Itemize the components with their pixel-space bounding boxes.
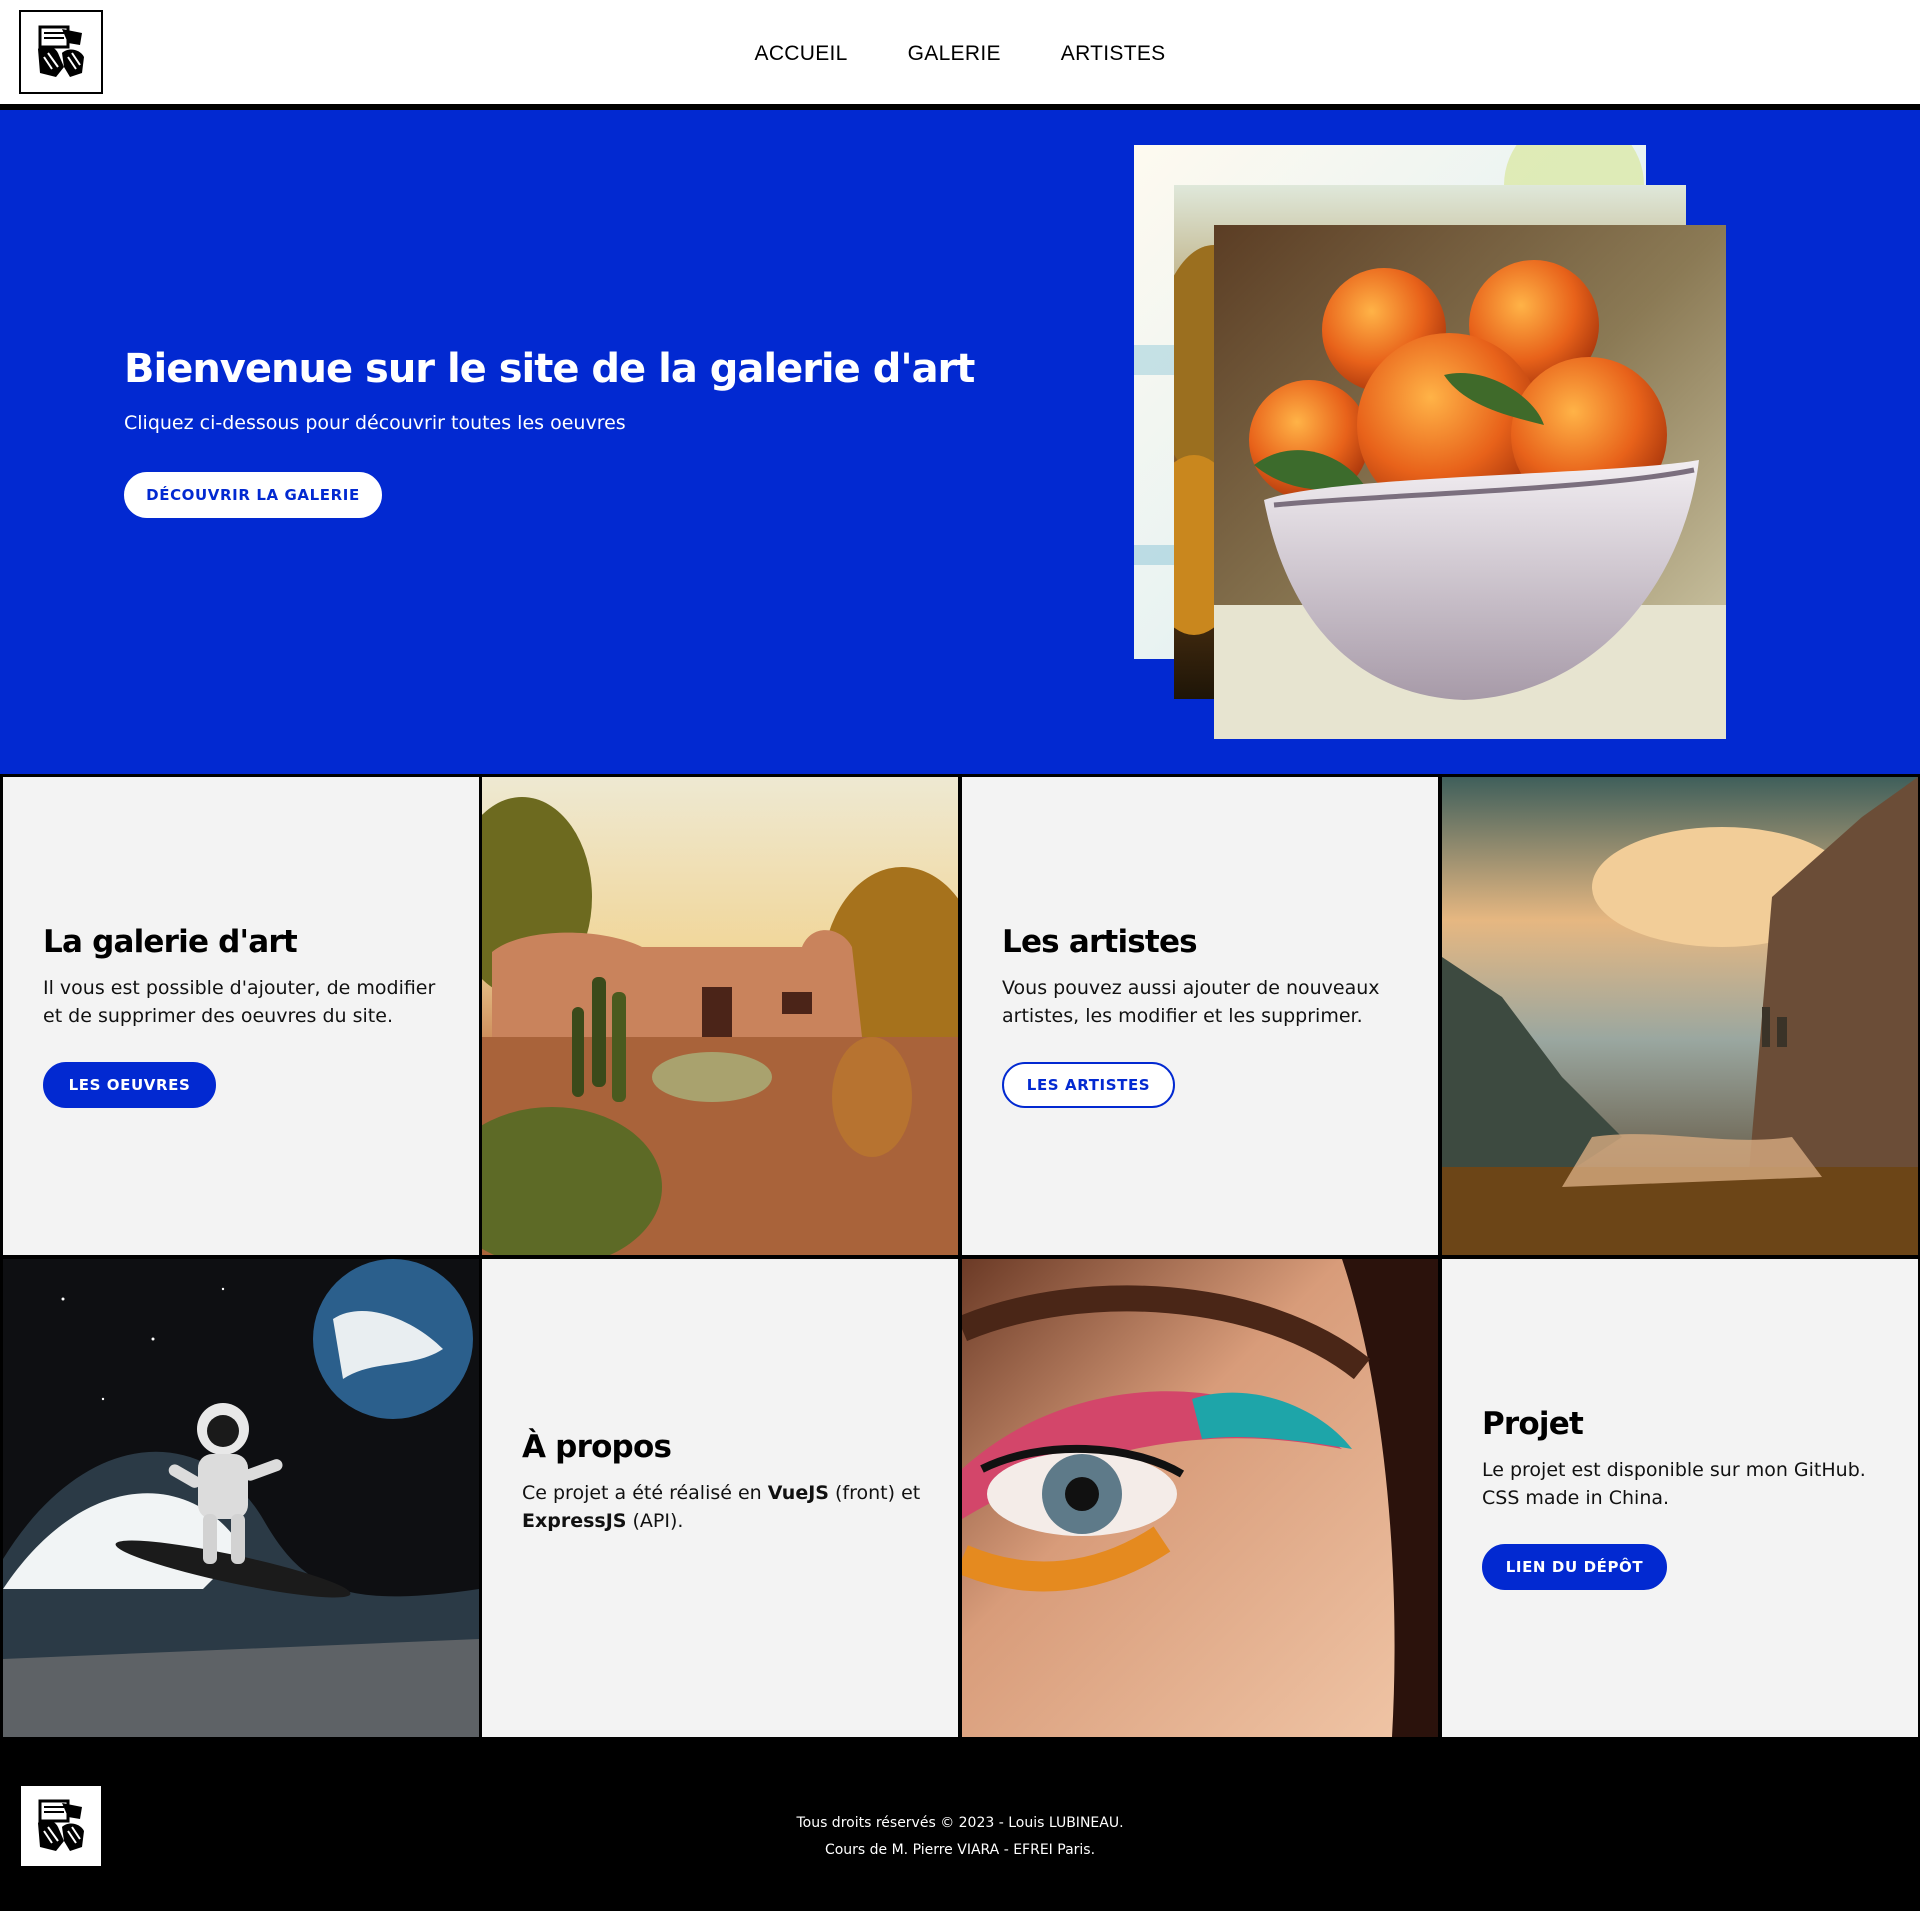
project-card: Projet Le projet est disponible sur mon … [1442, 1259, 1918, 1737]
artwork-oranges-bowl [1214, 225, 1726, 739]
artwork-astronaut-surfer [3, 1259, 479, 1737]
gallery-card-title: La galerie d'art [43, 924, 298, 960]
about-card-text: Ce projet a été réalisé en VueJS (front)… [522, 1482, 921, 1532]
copyright-text: Tous droits réservés © 2023 - Louis LUBI… [796, 1815, 1124, 1831]
artwork-mountain-valley [1442, 777, 1918, 1255]
site-footer: Tous droits réservés © 2023 - Louis LUBI… [0, 1740, 1920, 1911]
feature-grid: La galerie d'art Il vous est possible d'… [0, 774, 1920, 1740]
repository-link-button[interactable]: LIEN DU DÉPÔT [1482, 1544, 1667, 1590]
gallery-card: La galerie d'art Il vous est possible d'… [3, 777, 479, 1255]
artists-button[interactable]: LES ARTISTES [1002, 1062, 1175, 1108]
expressjs-text: ExpressJS [522, 1510, 627, 1532]
site-header: ACCUEIL GALERIE ARTISTES [0, 0, 1920, 107]
artwork-desert-house [482, 777, 958, 1255]
nav-link-accueil[interactable]: ACCUEIL [755, 42, 848, 66]
vuejs-text: VueJS [767, 1482, 829, 1504]
hero-banner: Bienvenue sur le site de la galerie d'ar… [0, 110, 1920, 774]
artwork-eye-makeup [962, 1259, 1438, 1737]
artists-card: Les artistes Vous pouvez aussi ajouter d… [962, 777, 1438, 1255]
course-credit-text: Cours de M. Pierre VIARA - EFREI Paris. [824, 1842, 1096, 1858]
hero-subtitle: Cliquez ci-dessous pour découvrir toutes… [124, 412, 626, 434]
project-card-title: Projet [1482, 1406, 1584, 1442]
artists-card-text: Vous pouvez aussi ajouter de nouveaux ar… [1002, 977, 1380, 1027]
artists-card-title: Les artistes [1002, 924, 1198, 960]
about-card: À propos Ce projet a été réalisé en VueJ… [482, 1259, 958, 1737]
nav-link-artistes[interactable]: ARTISTES [1061, 42, 1166, 66]
hero-title: Bienvenue sur le site de la galerie d'ar… [124, 346, 975, 392]
project-card-text: Le projet est disponible sur mon GitHub.… [1482, 1459, 1866, 1509]
about-card-title: À propos [522, 1429, 672, 1465]
discover-gallery-button[interactable]: DÉCOUVRIR LA GALERIE [124, 472, 382, 518]
artworks-button[interactable]: LES OEUVRES [43, 1062, 216, 1108]
main-nav: ACCUEIL GALERIE ARTISTES [0, 0, 1920, 107]
nav-link-galerie[interactable]: GALERIE [908, 42, 1001, 66]
gallery-card-text: Il vous est possible d'ajouter, de modif… [43, 977, 436, 1027]
